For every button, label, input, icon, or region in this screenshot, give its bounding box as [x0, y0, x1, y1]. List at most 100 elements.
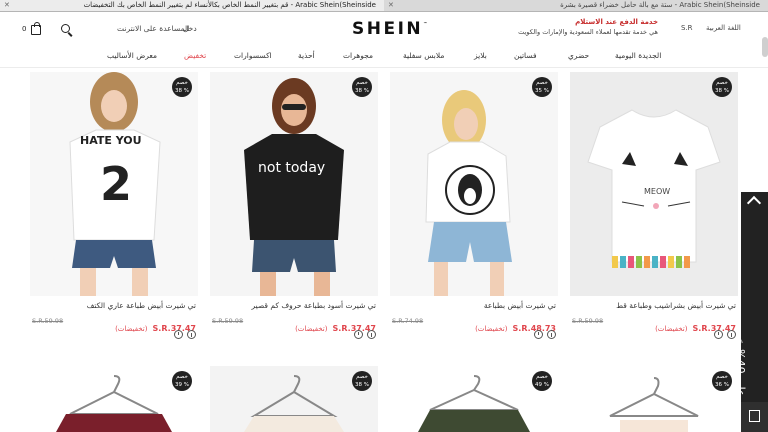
currency-selector[interactable]: S.R [681, 24, 693, 32]
cart-count: 0 [22, 25, 27, 33]
product-card[interactable]: خصم 49 % [390, 366, 558, 432]
chevron-up-icon[interactable] [746, 195, 762, 211]
site-header: 0 المساعدة على الانترنت دخل SHEIN™ خدمة … [0, 12, 768, 48]
promo-text: هي خدمة تقدمها لعملاء السعودية والإمارات… [518, 28, 658, 36]
product-card[interactable]: خصم 38 % [210, 366, 378, 432]
language-selector[interactable]: اللغة العربية [706, 24, 741, 32]
cod-promo[interactable]: خدمة الدفع عند الاستلام هي خدمة تقدمها ل… [518, 17, 658, 37]
discount-label: خصم [176, 80, 188, 86]
original-price: S.R.59.98 [212, 317, 244, 325]
discount-label: خصم [536, 374, 548, 380]
clock-icon[interactable] [714, 330, 723, 339]
discount-badge: خصم 39 % [172, 371, 192, 391]
product-image[interactable] [390, 72, 558, 296]
discount-value: 38 % [355, 88, 369, 94]
close-tab-icon[interactable]: ✕ [388, 0, 394, 11]
close-tab-icon[interactable]: ✕ [4, 0, 10, 11]
discount-value: 35 % [535, 88, 549, 94]
original-price: S.R.59.98 [572, 317, 604, 325]
product-actions [354, 330, 376, 339]
discount-value: 49 % [535, 382, 549, 388]
discount-value: 38 % [715, 88, 729, 94]
product-image[interactable]: HATE YOU 2 [30, 72, 198, 296]
model-illustration [425, 90, 512, 296]
product-card[interactable]: خصم 39 % [30, 366, 198, 432]
nav-item-tops[interactable]: بلايز [474, 51, 487, 60]
nav-item-bottoms[interactable]: ملابس سفلية [403, 51, 444, 60]
product-name[interactable]: تي شيرت أبيض بشراشيب وطباعة قط [616, 301, 736, 310]
product-name[interactable]: تي شيرت أبيض بطباعة [484, 301, 556, 310]
nav-item-style-gallery[interactable]: معرض الأساليب [107, 51, 157, 60]
discount-label: خصم [716, 80, 728, 86]
svg-text:MEOW: MEOW [644, 187, 670, 196]
discount-badge: خصم 38 % [172, 77, 192, 97]
product-image[interactable]: not today [210, 72, 378, 296]
nav-item-dresses[interactable]: فساتين [514, 51, 537, 60]
product-actions [714, 330, 736, 339]
discount-value: 38 % [175, 88, 189, 94]
svg-text:2: 2 [100, 157, 132, 211]
tab-title: Arabic Shein(Sheinside - قم بتغيير النمط… [83, 1, 376, 9]
nav-item-shoes[interactable]: أحذية [298, 51, 315, 60]
info-icon[interactable] [187, 330, 196, 339]
product-name[interactable]: تي شيرت أبيض طباعة عاري الكتف [87, 301, 196, 310]
model-illustration: HATE YOU 2 [69, 72, 161, 296]
help-link[interactable]: المساعدة على الانترنت [117, 24, 189, 33]
sale-tag: (تخفيضات) [295, 325, 328, 333]
tab-title: Arabic Shein(Sheinside - ستة مع بالة حام… [560, 1, 760, 9]
sale-tag: (تخفيضات) [475, 325, 508, 333]
product-card[interactable]: خصم 36 % [570, 366, 738, 432]
scrollbar[interactable] [762, 37, 768, 57]
browser-tab-active[interactable]: ✕ Arabic Shein(Sheinside - قم بتغيير الن… [0, 0, 384, 11]
search-handle [67, 32, 73, 37]
info-icon[interactable] [547, 330, 556, 339]
clock-icon[interactable] [534, 330, 543, 339]
product-image[interactable]: MEOW [570, 72, 738, 296]
discount-badge: خصم 49 % [532, 371, 552, 391]
signin-link[interactable]: دخل [183, 24, 197, 33]
discount-value: 39 % [175, 382, 189, 388]
cart-icon [31, 22, 41, 35]
discount-badge: خصم 38 % [352, 77, 372, 97]
search-icon[interactable] [60, 23, 74, 37]
svg-text:HATE YOU: HATE YOU [80, 134, 142, 147]
discount-label: خصم [176, 374, 188, 380]
clock-icon[interactable] [174, 330, 183, 339]
discount-value: 38 % [355, 382, 369, 388]
discount-side-tab[interactable]: تحصل على 40% خصم [734, 192, 768, 428]
nav-item-sale[interactable]: تخفيض [184, 51, 206, 60]
discount-badge: خصم 38 % [352, 371, 372, 391]
model-illustration: not today [244, 78, 344, 296]
discount-label: خصم [716, 374, 728, 380]
info-icon[interactable] [367, 330, 376, 339]
discount-badge: خصم 35 % [532, 77, 552, 97]
discount-label: خصم [356, 374, 368, 380]
discount-label: خصم [536, 80, 548, 86]
browser-tabstrip: ✕ Arabic Shein(Sheinside - قم بتغيير الن… [0, 0, 768, 12]
svg-text:not today: not today [258, 160, 325, 176]
main-nav: الجديدة اليومية حضري فساتين بلايز ملابس … [0, 48, 768, 68]
logo-trademark: ™ [423, 21, 428, 26]
product-name[interactable]: تي شيرت أسود بطباعة حروف كم قصير [252, 301, 376, 310]
nav-item-jewelry[interactable]: مجوهرات [343, 51, 373, 60]
discount-value: 36 % [715, 382, 729, 388]
browser-tab[interactable]: ✕ Arabic Shein(Sheinside - ستة مع بالة ح… [384, 0, 768, 11]
nav-item-urban[interactable]: حضري [568, 51, 589, 60]
window-button[interactable] [741, 402, 768, 432]
window-icon [749, 410, 760, 422]
product-actions [534, 330, 556, 339]
promo-title: خدمة الدفع عند الاستلام [575, 18, 658, 26]
nav-item-daily-new[interactable]: الجديدة اليومية [615, 51, 661, 60]
cart-button[interactable]: 0 [22, 22, 42, 38]
original-price: S.R.59.98 [32, 317, 64, 325]
clock-icon[interactable] [354, 330, 363, 339]
shein-logo[interactable]: SHEIN™ [352, 19, 427, 39]
sale-tag: (تخفيضات) [115, 325, 148, 333]
logo-text: SHEIN [352, 19, 424, 39]
discount-badge: خصم 36 % [712, 371, 732, 391]
discount-badge: خصم 38 % [712, 77, 732, 97]
discount-label: خصم [356, 80, 368, 86]
sale-tag: (تخفيضات) [655, 325, 688, 333]
nav-item-accessories[interactable]: اكسسوارات [234, 51, 272, 60]
cat-tshirt-illustration: MEOW [587, 109, 721, 268]
